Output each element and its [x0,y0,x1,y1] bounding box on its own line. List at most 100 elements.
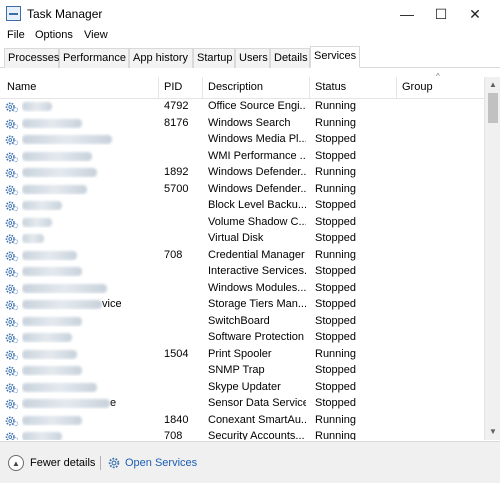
table-row[interactable]: 708 Security Accounts... Running [0,429,484,440]
table-row[interactable]: vice Storage Tiers Man... Stopped [0,297,484,314]
close-button[interactable]: ✕ [458,0,492,28]
table-row[interactable]: 1840 Conexant SmartAu... Running [0,413,484,430]
table-row[interactable]: 708 Credential Manager Running [0,248,484,265]
table-row[interactable]: 4792 Office Source Engi... Running [0,99,484,116]
table-row[interactable]: e Sensor Data Service Stopped [0,396,484,413]
service-name-cell [22,331,156,343]
table-row[interactable]: SNMP Trap Stopped [0,363,484,380]
service-description-cell: Conexant SmartAu... [208,413,306,426]
table-row[interactable]: Windows Media Pl... Stopped [0,132,484,149]
service-name-cell [22,430,156,440]
column-header-pid[interactable]: PID [164,81,182,93]
service-description-cell: Storage Tiers Man... [208,298,306,310]
service-gear-icon [5,118,19,129]
redacted-name [22,349,77,359]
service-gear-icon [5,217,19,228]
service-status-cell: Running [315,413,356,426]
service-description-cell: Office Source Engi... [208,100,306,112]
maximize-button[interactable]: ☐ [424,0,458,28]
tab-users[interactable]: Users [235,48,270,68]
service-status-cell: Stopped [315,314,356,327]
table-row[interactable]: Skype Updater Stopped [0,380,484,397]
redacted-name [22,168,97,177]
column-header-status[interactable]: Status [315,81,346,93]
service-gear-icon [5,316,19,327]
redacted-name [22,415,82,425]
redacted-name [22,250,77,260]
task-manager-icon [6,6,21,21]
column-divider[interactable] [396,77,397,99]
service-pid-cell: 4792 [164,100,189,112]
redacted-name [22,184,87,194]
scrollbar-thumb[interactable] [488,93,498,123]
table-row[interactable]: Interactive Services... Stopped [0,264,484,281]
tab-startup[interactable]: Startup [193,48,235,68]
table-row[interactable]: Virtual Disk Stopped [0,231,484,248]
table-row[interactable]: Volume Shadow C... Stopped [0,215,484,232]
table-row[interactable]: Block Level Backu... Stopped [0,198,484,215]
vertical-scrollbar[interactable]: ▲ ▼ [484,77,500,440]
column-divider[interactable] [202,77,203,99]
service-description-cell: Credential Manager [208,248,305,261]
divider [100,456,101,470]
redacted-name [22,316,82,326]
column-divider[interactable] [309,77,310,99]
redacted-name [22,333,72,342]
tab-services[interactable]: Services [310,46,360,68]
column-header-group[interactable]: Group [402,81,433,93]
service-gear-icon [5,267,19,278]
fewer-details-button[interactable]: ▲ Fewer details [8,454,95,472]
table-row[interactable]: 1504 Print Spooler Running [0,347,484,364]
service-gear-icon [5,201,19,212]
table-row[interactable]: SwitchBoard Stopped [0,314,484,331]
service-pid-cell: 708 [164,248,183,261]
service-gear-icon [5,184,19,195]
service-status-cell: Running [315,248,356,261]
redacted-name [22,151,92,161]
service-name-text: vice [102,298,122,310]
minimize-button[interactable]: — [390,0,424,28]
service-name-cell [22,414,156,426]
service-description-cell: Interactive Services... [208,265,306,277]
service-pid-cell: 5700 [164,182,189,195]
tab-details[interactable]: Details [270,48,310,68]
service-description-cell: Skype Updater [208,380,281,393]
table-row[interactable]: 8176 Windows Search Running [0,116,484,133]
menu-options[interactable]: Options [35,29,73,41]
fewer-details-label: Fewer details [30,457,96,469]
table-row[interactable]: Software Protection Stopped [0,330,484,347]
redacted-name [22,432,62,440]
service-gear-icon [5,135,19,146]
tab-performance[interactable]: Performance [59,48,129,68]
tab-processes[interactable]: Processes [4,48,59,68]
redacted-name [22,217,52,227]
column-header-description[interactable]: Description [208,81,263,93]
service-gear-icon [5,382,19,393]
menu-view[interactable]: View [84,29,108,41]
column-divider[interactable] [158,77,159,99]
service-gear-icon [5,168,19,179]
column-header-name[interactable]: Name [7,81,36,93]
service-status-cell: Running [315,182,356,195]
service-status-cell: Stopped [315,265,356,277]
service-status-cell: Stopped [315,380,356,393]
redacted-name [22,135,112,144]
table-row[interactable]: 1892 Windows Defender... Running [0,165,484,182]
service-name-cell [22,216,156,228]
open-services-label: Open Services [125,457,198,469]
table-row[interactable]: WMI Performance ... Stopped [0,149,484,166]
service-name-cell [22,364,156,376]
table-row[interactable]: Windows Modules... Stopped [0,281,484,298]
service-gear-icon [5,333,19,344]
tab-app-history[interactable]: App history [129,48,193,68]
scroll-up-arrow-icon[interactable]: ▲ [489,81,497,89]
table-row[interactable]: 5700 Windows Defender... Running [0,182,484,199]
service-description-cell: SNMP Trap [208,364,265,376]
scroll-down-arrow-icon[interactable]: ▼ [489,428,497,436]
service-status-cell: Stopped [315,149,356,162]
service-status-cell: Stopped [315,133,356,145]
menu-file[interactable]: File [7,29,25,41]
service-gear-icon [5,399,19,410]
service-gear-icon [5,432,19,440]
open-services-link[interactable]: Open Services [107,454,197,472]
